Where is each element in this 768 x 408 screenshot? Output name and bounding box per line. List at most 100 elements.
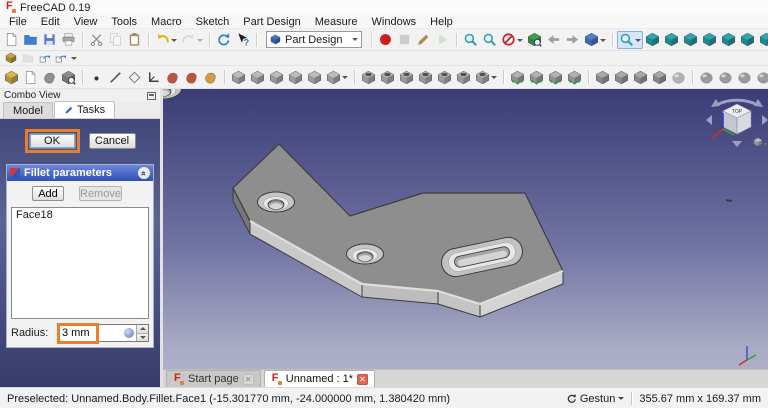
edit-sketch-button[interactable] [59,68,78,86]
print-button[interactable] [59,31,78,49]
hole-center[interactable] [346,243,384,265]
chamfer-button[interactable] [612,68,631,86]
create-group-button[interactable] [19,52,36,65]
polar-pattern-button[interactable] [546,68,565,86]
nav-cube-menu-icon[interactable] [753,137,767,147]
make-link-button[interactable] [36,52,53,65]
tab-start-page[interactable]: Start page [166,370,261,387]
fit-all-button[interactable] [461,31,480,49]
map-sketch-button[interactable] [40,68,59,86]
subtractive-helix-button[interactable] [454,68,473,86]
nav-back-button[interactable] [544,31,563,49]
3d-viewport[interactable]: TOP [163,89,768,369]
draw-style-button[interactable] [499,31,525,49]
macro-play-button[interactable] [433,31,452,49]
view-top-button[interactable] [681,31,700,49]
fit-selection-button[interactable] [480,31,499,49]
view-rear-button[interactable] [719,31,738,49]
open-file-button[interactable] [21,31,40,49]
subtractive-pipe-button[interactable] [435,68,454,86]
tab-unnamed-document[interactable]: Unnamed : 1* [263,370,376,387]
local-coordinate-system-button[interactable] [144,68,163,86]
view-isometric-button[interactable] [582,31,608,49]
menu-help[interactable]: Help [423,15,460,29]
macro-record-button[interactable] [376,31,395,49]
cut-button[interactable] [87,31,106,49]
pocket-button[interactable] [359,68,378,86]
face-list-item[interactable]: Face18 [12,208,148,222]
radius-field[interactable] [57,323,149,344]
measure-linear-button[interactable] [697,68,716,86]
measure-angular-button[interactable] [716,68,735,86]
measure-refresh-button[interactable] [735,68,754,86]
make-link-group-button[interactable] [53,52,79,65]
datum-point-button[interactable] [87,68,106,86]
shape-binder-button[interactable] [163,68,182,86]
view-left-button[interactable] [757,31,768,49]
pad-button[interactable] [229,68,248,86]
additive-helix-button[interactable] [305,68,324,86]
save-button[interactable] [40,31,59,49]
linear-pattern-button[interactable] [527,68,546,86]
hole-front-left[interactable] [257,191,295,213]
zoom-tool-button[interactable] [617,30,643,49]
menu-windows[interactable]: Windows [365,15,424,29]
clone-button[interactable] [201,68,220,86]
draft-button[interactable] [631,68,650,86]
view-bottom-button[interactable] [738,31,757,49]
additive-loft-button[interactable] [267,68,286,86]
datum-plane-button[interactable] [125,68,144,86]
revolution-button[interactable] [248,68,267,86]
menu-file[interactable]: File [2,15,34,29]
mirrored-button[interactable] [508,68,527,86]
part-model[interactable] [163,89,564,318]
menu-edit[interactable]: Edit [34,15,67,29]
fillet-parameters-header[interactable]: Fillet parameters « [7,165,153,181]
macro-stop-button[interactable] [395,31,414,49]
subtractive-loft-button[interactable] [416,68,435,86]
groove-button[interactable] [397,68,416,86]
hole-button[interactable] [378,68,397,86]
nav-arrow-down-icon[interactable] [732,141,742,147]
paste-button[interactable] [125,31,144,49]
view-axonometric-button[interactable] [643,31,662,49]
view-front-button[interactable] [662,31,681,49]
subtractive-primitive-button[interactable] [473,68,499,86]
undo-button[interactable] [153,31,179,49]
additive-pipe-button[interactable] [286,68,305,86]
radius-input[interactable] [58,327,96,339]
create-sketch-button[interactable] [21,68,40,86]
float-panel-icon[interactable] [147,91,156,100]
datum-line-button[interactable] [106,68,125,86]
menu-tools[interactable]: Tools [104,15,144,29]
bounding-box-button[interactable] [525,31,544,49]
thickness-button[interactable] [650,68,669,86]
additive-primitive-button[interactable] [324,68,350,86]
workbench-selector[interactable]: Part Design [266,31,362,48]
ok-button[interactable]: OK [28,133,76,149]
title-bar[interactable]: FreeCAD 0.19 [0,0,768,15]
copy-button[interactable] [106,31,125,49]
macro-edit-button[interactable] [414,31,433,49]
expression-editor-icon[interactable] [124,328,134,338]
tab-model[interactable]: Model [3,102,53,118]
multitransform-button[interactable] [565,68,584,86]
close-tab-icon[interactable] [242,373,254,385]
menu-measure[interactable]: Measure [308,15,365,29]
nav-arrow-left-icon[interactable] [706,115,712,125]
create-part-button[interactable] [2,52,19,65]
menu-macro[interactable]: Macro [144,15,189,29]
spin-up-button[interactable] [137,325,148,334]
new-file-button[interactable] [2,31,21,49]
refresh-button[interactable] [214,31,233,49]
tab-tasks[interactable]: Tasks [53,101,116,118]
primitive-sphere-button[interactable] [669,68,688,86]
nav-arrow-right-icon[interactable] [762,115,768,125]
menu-view[interactable]: View [67,15,105,29]
redo-button[interactable] [179,31,205,49]
nav-forward-button[interactable] [563,31,582,49]
close-tab-icon[interactable] [357,373,369,385]
spin-down-button[interactable] [137,333,148,341]
whats-this-button[interactable] [233,31,252,49]
view-right-button[interactable] [700,31,719,49]
